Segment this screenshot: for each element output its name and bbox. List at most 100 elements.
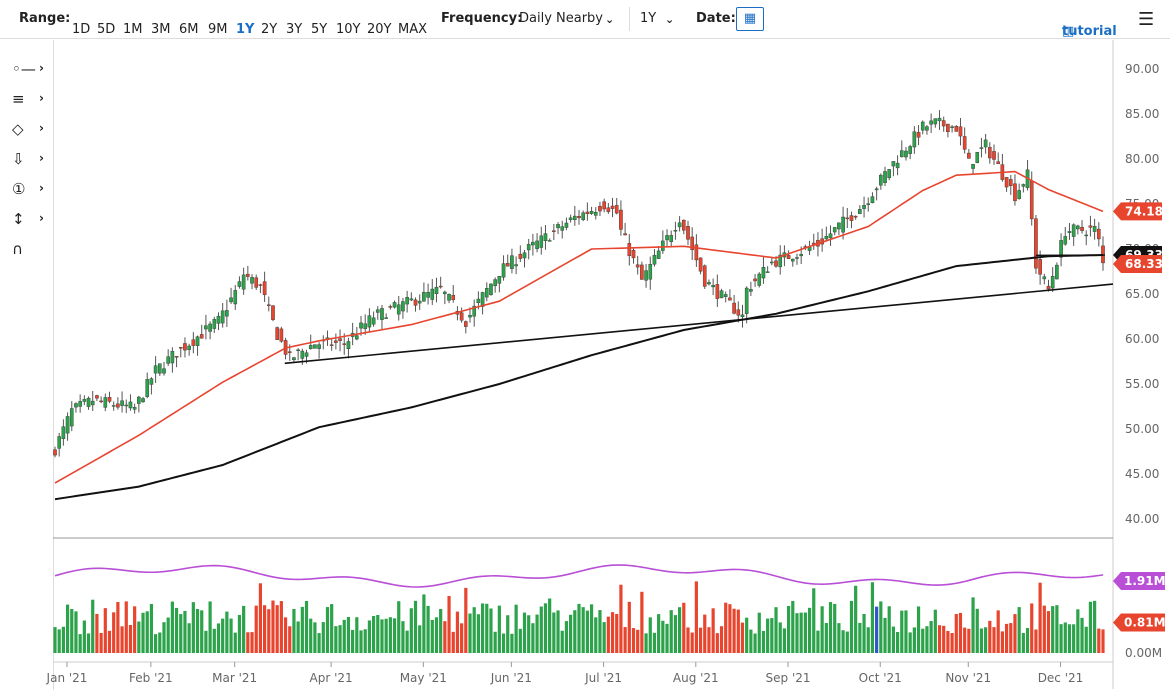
candle bbox=[565, 223, 568, 228]
candle bbox=[301, 351, 304, 358]
volume-bar bbox=[481, 603, 484, 653]
volume-bar bbox=[695, 581, 698, 653]
candle bbox=[158, 364, 161, 374]
candle bbox=[829, 234, 832, 238]
volume-bar bbox=[116, 602, 119, 653]
volume-bar bbox=[330, 604, 333, 653]
volume-bar bbox=[489, 608, 492, 653]
candle bbox=[795, 257, 798, 258]
last-price-label-text: 68.33 bbox=[1125, 257, 1163, 271]
volume-bar bbox=[913, 627, 916, 653]
volume-bar bbox=[565, 621, 568, 653]
volume-bar bbox=[464, 588, 467, 653]
price-chart[interactable]: 90.0085.0080.0075.0070.0065.0060.0055.00… bbox=[0, 0, 1170, 689]
volume-bar bbox=[242, 606, 245, 653]
candle bbox=[946, 124, 949, 132]
volume-bar bbox=[888, 606, 891, 653]
volume-bar bbox=[179, 614, 182, 653]
volume-bar bbox=[133, 606, 136, 653]
volume-bar bbox=[150, 604, 153, 653]
candle bbox=[770, 262, 773, 263]
y-tick-label: 60.00 bbox=[1125, 332, 1159, 346]
candle bbox=[502, 264, 505, 278]
volume-bar bbox=[410, 608, 413, 653]
volume-bar bbox=[628, 602, 631, 653]
volume-bar bbox=[724, 603, 727, 653]
candle bbox=[112, 405, 115, 406]
candle bbox=[414, 300, 417, 305]
volume-bar bbox=[661, 621, 664, 653]
y-tick-label: 65.00 bbox=[1125, 287, 1159, 301]
volume-bar bbox=[632, 628, 635, 653]
volume-bar bbox=[795, 613, 798, 653]
volume-bar bbox=[879, 601, 882, 653]
candle bbox=[250, 277, 253, 283]
volume-bar bbox=[200, 610, 203, 653]
volume-bar bbox=[1034, 629, 1037, 653]
candle bbox=[213, 319, 216, 328]
candle bbox=[426, 292, 429, 297]
volume-bar bbox=[938, 625, 941, 653]
candle bbox=[246, 274, 249, 276]
volume-bar bbox=[950, 633, 953, 653]
candle bbox=[225, 310, 228, 316]
volume-bar bbox=[753, 634, 756, 653]
volume-bar bbox=[904, 610, 907, 653]
candle bbox=[452, 295, 455, 299]
candle bbox=[930, 121, 933, 124]
volume-bar bbox=[678, 607, 681, 653]
volume-bar bbox=[582, 607, 585, 653]
candle bbox=[997, 162, 1000, 164]
y-tick-label: 90.00 bbox=[1125, 62, 1159, 76]
candle bbox=[477, 299, 480, 303]
volume-bar bbox=[246, 632, 249, 653]
candle bbox=[70, 409, 73, 427]
volume-bar bbox=[984, 627, 987, 653]
volume-bar bbox=[175, 608, 178, 653]
candle bbox=[108, 397, 111, 401]
candle bbox=[1051, 276, 1054, 288]
candle bbox=[875, 189, 878, 190]
volume-bar bbox=[95, 614, 98, 653]
volume-bar bbox=[1047, 611, 1050, 653]
volume-bar bbox=[271, 601, 274, 653]
candle bbox=[967, 153, 970, 158]
candle bbox=[217, 316, 220, 323]
volume-bar bbox=[967, 629, 970, 653]
volume-bar bbox=[506, 615, 509, 653]
volume-bar bbox=[238, 615, 241, 653]
volume-bar bbox=[422, 594, 425, 653]
volume-bar bbox=[146, 611, 149, 653]
candle bbox=[183, 343, 186, 350]
candle bbox=[607, 208, 610, 212]
volume-bar bbox=[535, 615, 538, 653]
candle bbox=[238, 282, 241, 287]
volume-bar bbox=[494, 632, 497, 653]
volume-bar bbox=[313, 622, 316, 653]
trendline[interactable] bbox=[285, 284, 1113, 363]
candle bbox=[644, 271, 647, 281]
candle bbox=[167, 357, 170, 364]
candle bbox=[1072, 225, 1075, 237]
candle bbox=[242, 275, 245, 289]
candle bbox=[410, 299, 413, 300]
volume-bar bbox=[58, 629, 61, 653]
volume-bar bbox=[229, 619, 232, 653]
candle bbox=[515, 265, 518, 266]
candle bbox=[619, 210, 622, 229]
candle bbox=[162, 369, 165, 374]
candle bbox=[83, 399, 86, 401]
candle bbox=[192, 340, 195, 346]
candle bbox=[976, 152, 979, 162]
volume-bar bbox=[1068, 624, 1071, 653]
candle bbox=[1093, 226, 1096, 231]
volume-bar bbox=[900, 611, 903, 653]
volume-bar bbox=[225, 612, 228, 653]
candle bbox=[544, 234, 547, 241]
x-tick-label: Mar '21 bbox=[212, 671, 257, 685]
volume-bar bbox=[351, 630, 354, 653]
candle bbox=[657, 251, 660, 259]
candle bbox=[879, 175, 882, 185]
volume-bar bbox=[515, 605, 518, 653]
volume-bar bbox=[452, 632, 455, 653]
